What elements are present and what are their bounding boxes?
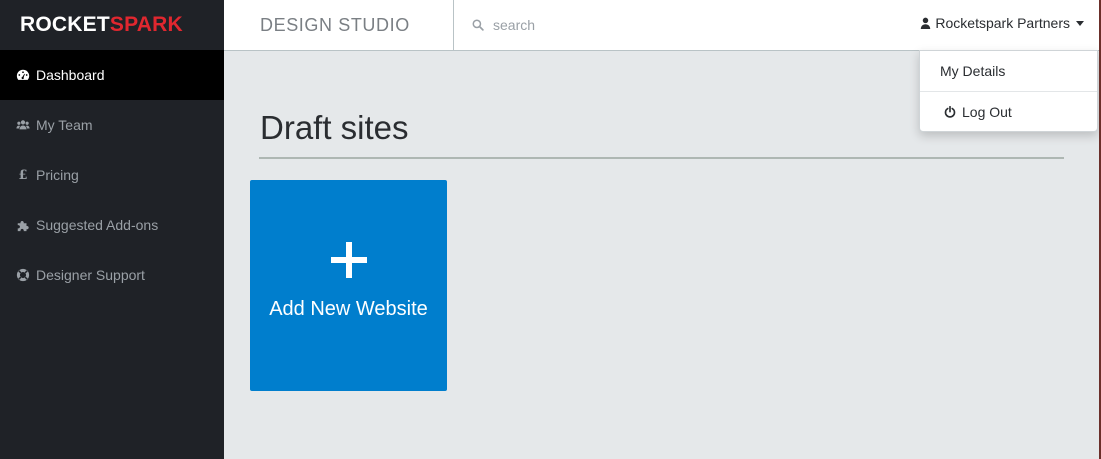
sidebar-item-label: My Team	[36, 117, 93, 133]
logo-text-rocket: ROCKET	[20, 13, 110, 36]
sidebar-item-label: Suggested Add-ons	[36, 217, 159, 233]
plus-icon	[330, 242, 367, 278]
sidebar-item-pricing[interactable]: £ Pricing	[0, 150, 224, 200]
puzzle-icon	[16, 218, 30, 232]
search-box[interactable]	[472, 14, 793, 36]
add-new-website-button[interactable]: Add New Website	[250, 180, 447, 391]
lifebuoy-icon	[16, 268, 30, 282]
rocketspark-logo[interactable]: ROCKET SPARK	[0, 0, 224, 50]
top-header: DESIGN STUDIO Rocketspark Partners	[224, 0, 1101, 51]
logo-text-spark: SPARK	[109, 13, 183, 36]
section-title[interactable]: DESIGN STUDIO	[224, 0, 454, 50]
app-root: ROCKETSPARK Dashboard My Team £ Pricing	[0, 0, 1101, 459]
sidebar-item-designer-support[interactable]: Designer Support	[0, 250, 224, 300]
dashboard-icon	[16, 68, 30, 82]
pound-icon: £	[18, 167, 28, 183]
title-divider	[259, 157, 1064, 159]
main-content: Draft sites Add New Website	[224, 51, 1101, 459]
user-menu-toggle[interactable]: Rocketspark Partners	[920, 15, 1084, 31]
page-title: Draft sites	[260, 109, 409, 146]
user-icon	[921, 17, 931, 29]
sidebar-item-suggested-add-ons[interactable]: Suggested Add-ons	[0, 200, 224, 250]
sidebar-item-label: Pricing	[36, 167, 79, 183]
search-icon	[472, 19, 484, 31]
search-input[interactable]	[493, 17, 793, 33]
add-new-website-label: Add New Website	[269, 298, 428, 320]
sidebar-item-my-team[interactable]: My Team	[0, 100, 224, 150]
sidebar: ROCKETSPARK Dashboard My Team £ Pricing	[0, 0, 224, 459]
caret-down-icon	[1076, 20, 1084, 26]
user-name: Rocketspark Partners	[935, 15, 1070, 31]
team-icon	[16, 118, 30, 132]
sidebar-item-label: Dashboard	[36, 67, 105, 83]
sidebar-item-label: Designer Support	[36, 267, 145, 283]
sidebar-item-dashboard[interactable]: Dashboard	[0, 50, 224, 100]
sidebar-nav: Dashboard My Team £ Pricing Suggested Ad…	[0, 50, 224, 300]
